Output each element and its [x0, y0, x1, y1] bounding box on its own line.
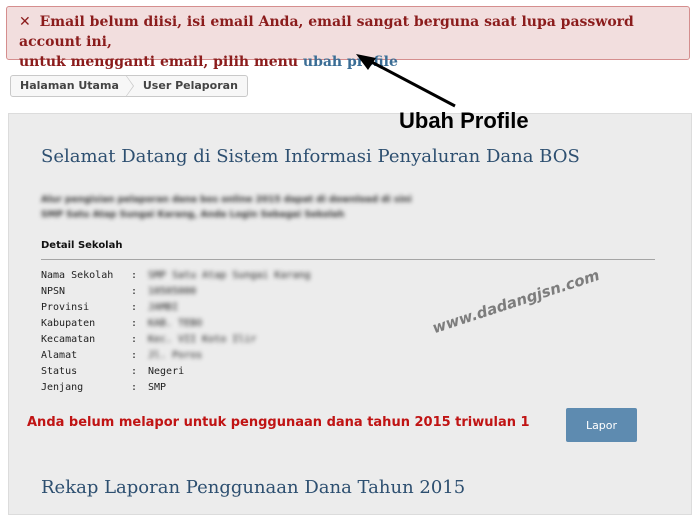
- row-value: Negeri: [148, 366, 185, 377]
- row-value: JAMBI: [148, 302, 179, 313]
- detail-table: Nama Sekolah: SMP Satu Atap Sungai Karang…: [41, 268, 311, 396]
- detail-row: Alamat: Jl. Poros: [41, 348, 311, 364]
- annotation-label: Ubah Profile: [399, 108, 529, 133]
- breadcrumb-current: User Pelaporan: [142, 79, 238, 92]
- row-sep: :: [131, 286, 138, 297]
- detail-row: Provinsi: JAMBI: [41, 300, 311, 316]
- row-value: KAB. TEBO: [148, 318, 203, 329]
- blurred-info-line2: SMP Satu Atap Sungai Karang, Anda Login …: [41, 210, 345, 220]
- row-sep: :: [131, 302, 138, 313]
- alert-line1: Email belum diisi, isi email Anda, email…: [19, 14, 634, 50]
- row-sep: :: [131, 334, 138, 345]
- close-icon[interactable]: ✕: [19, 14, 31, 30]
- page-title: Selamat Datang di Sistem Informasi Penya…: [41, 146, 580, 167]
- annotation-arrow-icon: [356, 54, 456, 108]
- detail-row: NPSN:10505000: [41, 284, 311, 300]
- lapor-button[interactable]: Lapor: [566, 408, 637, 442]
- row-label: Kecamatan: [41, 334, 96, 345]
- row-sep: :: [131, 270, 138, 281]
- detail-row: Status: Negeri: [41, 364, 311, 380]
- row-label: Status: [41, 366, 78, 377]
- warning-message: Anda belum melapor untuk penggunaan dana…: [27, 415, 530, 430]
- row-value: Kec. VII Koto Ilir: [148, 334, 257, 345]
- row-sep: :: [131, 350, 138, 361]
- row-value: SMP Satu Atap Sungai Karang: [148, 270, 311, 281]
- row-label: NPSN: [41, 286, 66, 297]
- row-sep: :: [131, 318, 138, 329]
- detail-row: Kabupaten: KAB. TEBO: [41, 316, 311, 332]
- detail-sekolah-heading: Detail Sekolah: [41, 240, 123, 251]
- row-sep: :: [131, 366, 138, 377]
- row-label: Alamat: [41, 350, 78, 361]
- error-alert: ✕ Email belum diisi, isi email Anda, ema…: [6, 6, 690, 70]
- row-sep: :: [131, 382, 138, 393]
- breadcrumb: Halaman Utama User Pelaporan: [10, 75, 248, 97]
- row-label: Provinsi: [41, 302, 90, 313]
- blurred-info-line1: Alur pengisian pelaporan dana bos online…: [41, 195, 412, 205]
- row-label: Nama Sekolah: [41, 270, 114, 281]
- detail-row: Nama Sekolah: SMP Satu Atap Sungai Karang: [41, 268, 311, 284]
- alert-line2: untuk mengganti email, pilih menu: [19, 54, 303, 70]
- breadcrumb-home[interactable]: Halaman Utama: [11, 75, 134, 97]
- detail-row: Jenjang: SMP: [41, 380, 311, 396]
- row-label: Jenjang: [41, 382, 84, 393]
- row-value: 10505000: [148, 286, 197, 297]
- rekap-heading: Rekap Laporan Penggunaan Dana Tahun 2015: [41, 477, 466, 498]
- row-value: SMP: [148, 382, 167, 393]
- detail-row: Kecamatan: Kec. VII Koto Ilir: [41, 332, 311, 348]
- row-label: Kabupaten: [41, 318, 96, 329]
- divider: [41, 259, 655, 260]
- row-value: Jl. Poros: [148, 350, 203, 361]
